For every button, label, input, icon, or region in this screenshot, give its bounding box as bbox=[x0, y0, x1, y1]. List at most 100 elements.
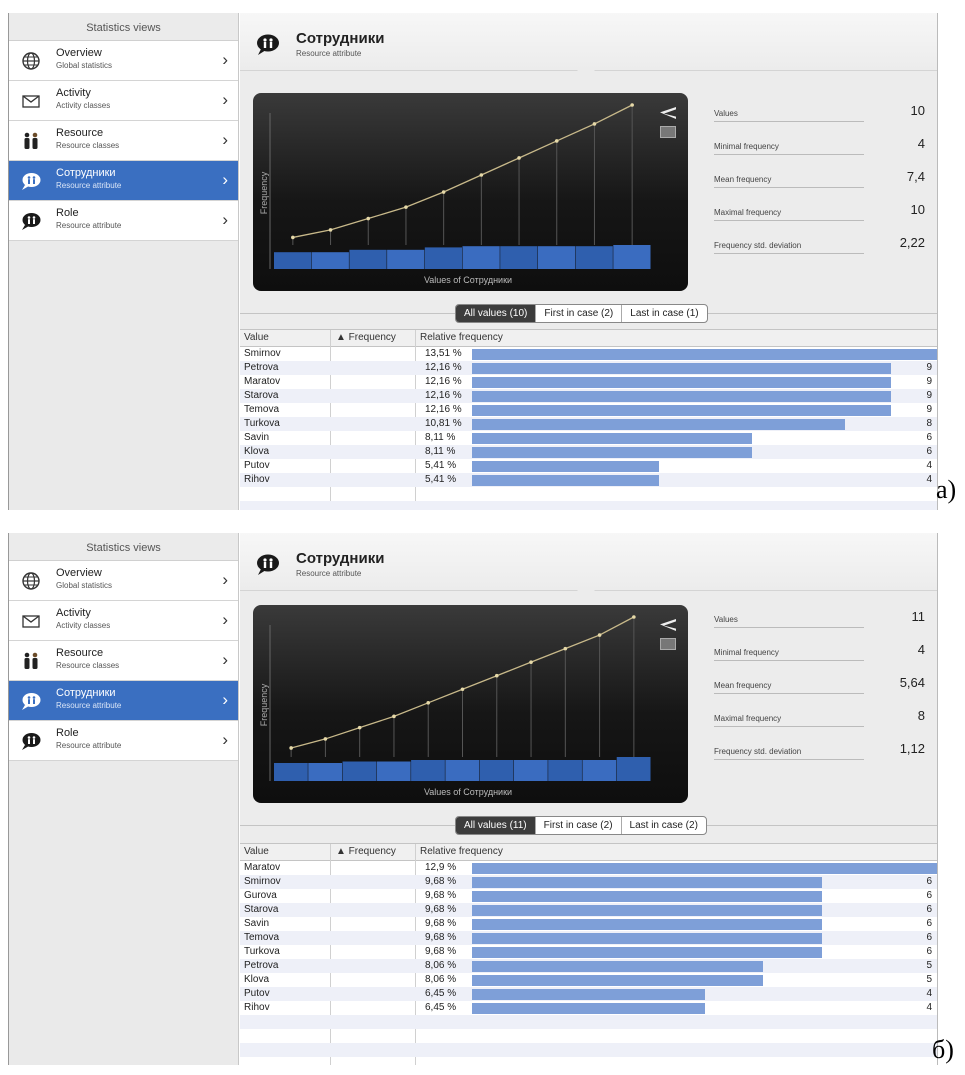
sidebar-title: Statistics views bbox=[9, 533, 238, 561]
table-row[interactable]: Smirnov 6 9,68 % bbox=[240, 875, 937, 889]
cell-relative-frequency: 12,9 % bbox=[425, 862, 457, 873]
tab-last-in-case[interactable]: Last in case (2) bbox=[622, 817, 706, 834]
chart-x-label: Values of Сотрудники bbox=[424, 787, 512, 797]
chevron-right-icon: › bbox=[222, 650, 228, 669]
column-header-relative-frequency[interactable]: Relative frequency bbox=[420, 846, 503, 857]
cell-value: Temova bbox=[244, 932, 280, 943]
relative-frequency-bar bbox=[472, 349, 937, 360]
data-point bbox=[392, 714, 396, 719]
table-row[interactable]: Petrova 5 8,06 % bbox=[240, 959, 937, 973]
page-subtitle: Resource attribute bbox=[296, 569, 362, 578]
sidebar-item-activity[interactable]: Activity Activity classes › bbox=[9, 601, 238, 641]
frequency-table: Value ▲ Frequency Relative frequency Smi… bbox=[240, 329, 937, 510]
sidebar-item-label: Resource bbox=[56, 127, 104, 139]
chevron-right-icon: › bbox=[222, 610, 228, 629]
stat-value: 5,64 bbox=[899, 675, 925, 690]
sidebar-item-sotrudniki[interactable]: Сотрудники Resource attribute › bbox=[9, 161, 238, 201]
page-title: Сотрудники bbox=[296, 550, 385, 567]
table-row[interactable]: Turkova 6 9,68 % bbox=[240, 945, 937, 959]
globe-icon bbox=[21, 51, 41, 71]
table-row[interactable]: Starova 9 12,16 % bbox=[240, 389, 937, 403]
tab-first-in-case[interactable]: First in case (2) bbox=[536, 817, 622, 834]
sidebar-item-role[interactable]: Role Resource attribute › bbox=[9, 201, 238, 241]
data-point bbox=[289, 746, 293, 750]
sidebar-item-sotrudniki[interactable]: Сотрудники Resource attribute › bbox=[9, 681, 238, 721]
area-chart-toggle-icon[interactable] bbox=[660, 126, 676, 138]
table-row[interactable]: Gurova 6 9,68 % bbox=[240, 889, 937, 903]
cell-frequency: 6 bbox=[926, 890, 932, 901]
sidebar-item-label: Role bbox=[56, 727, 79, 739]
column-header-relative-frequency[interactable]: Relative frequency bbox=[420, 332, 503, 343]
table-row[interactable]: Putov 4 5,41 % bbox=[240, 459, 937, 473]
cell-relative-frequency: 9,68 % bbox=[425, 918, 457, 929]
table-row[interactable]: Petrova 9 12,16 % bbox=[240, 361, 937, 375]
column-header-frequency[interactable]: ▲ Frequency bbox=[336, 332, 396, 343]
relative-frequency-bar bbox=[472, 989, 705, 1000]
relative-frequency-bar bbox=[472, 891, 822, 902]
header-notch bbox=[577, 70, 595, 79]
column-header-value[interactable]: Value bbox=[244, 332, 269, 343]
histogram-bar bbox=[548, 760, 582, 781]
statistics-panel-b: Statistics views Overview Global statisti… bbox=[8, 533, 938, 1065]
histogram-bar bbox=[349, 249, 387, 269]
table-row[interactable]: Klova 5 8,06 % bbox=[240, 973, 937, 987]
stat-frequency-std-deviation: Frequency std. deviation 2,22 bbox=[714, 229, 925, 262]
stat-label: Maximal frequency bbox=[714, 714, 864, 727]
table-row[interactable]: Maratov 9 12,16 % bbox=[240, 375, 937, 389]
cell-value: Savin bbox=[244, 918, 270, 929]
relative-frequency-bar bbox=[472, 461, 659, 472]
table-row[interactable]: Savin 6 9,68 % bbox=[240, 917, 937, 931]
speech-people-icon bbox=[257, 554, 279, 575]
histogram-bar bbox=[387, 249, 425, 269]
sidebar-item-label: Overview bbox=[56, 567, 102, 579]
cumulative-frequency-line bbox=[292, 104, 633, 239]
sidebar-item-overview[interactable]: Overview Global statistics › bbox=[9, 561, 238, 601]
tab-last-in-case[interactable]: Last in case (1) bbox=[622, 305, 706, 322]
relative-frequency-bar bbox=[472, 447, 752, 458]
sidebar-item-resource[interactable]: Resource Resource classes › bbox=[9, 121, 238, 161]
table-row[interactable]: Starova 6 9,68 % bbox=[240, 903, 937, 917]
table-header: Value ▲ Frequency Relative frequency bbox=[240, 844, 937, 861]
data-point bbox=[597, 633, 602, 637]
table-row[interactable]: Rihov 4 5,41 % bbox=[240, 473, 937, 487]
tab-all-values[interactable]: All values (11) bbox=[456, 817, 536, 834]
histogram-bar bbox=[274, 763, 308, 781]
cell-frequency: 6 bbox=[926, 946, 932, 957]
sidebar-item-overview[interactable]: Overview Global statistics › bbox=[9, 41, 238, 81]
speech-people-icon bbox=[21, 731, 41, 751]
column-header-value[interactable]: Value bbox=[244, 846, 269, 857]
sidebar-item-role[interactable]: Role Resource attribute › bbox=[9, 721, 238, 761]
table-row[interactable]: Maratov812,9 % bbox=[240, 861, 937, 875]
area-chart-toggle-icon[interactable] bbox=[660, 638, 676, 650]
sidebar-item-resource[interactable]: Resource Resource classes › bbox=[9, 641, 238, 681]
sidebar-item-activity[interactable]: Activity Activity classes › bbox=[9, 81, 238, 121]
cell-relative-frequency: 6,45 % bbox=[425, 1002, 457, 1013]
chart-y-label: Frequency bbox=[259, 171, 269, 214]
histogram-bar bbox=[613, 245, 651, 269]
tab-all-values[interactable]: All values (10) bbox=[456, 305, 537, 322]
sidebar-item-sublabel: Activity classes bbox=[56, 101, 111, 110]
histogram-bar bbox=[513, 760, 548, 781]
value-filter-tabs: All values (11) First in case (2) Last in … bbox=[455, 816, 707, 835]
table-row[interactable]: Klova 6 8,11 % bbox=[240, 445, 937, 459]
sidebar-item-sublabel: Activity classes bbox=[56, 621, 111, 630]
table-row[interactable]: Smirnov1013,51 % bbox=[240, 347, 937, 361]
tab-first-in-case[interactable]: First in case (2) bbox=[536, 305, 623, 322]
table-row[interactable]: Turkova 8 10,81 % bbox=[240, 417, 937, 431]
cell-relative-frequency: 12,16 % bbox=[425, 390, 462, 401]
cell-value: Putov bbox=[244, 988, 270, 999]
cell-value: Smirnov bbox=[244, 876, 281, 887]
table-row[interactable]: Savin 6 8,11 % bbox=[240, 431, 937, 445]
statistics-summary: Values 11 Minimal frequency 4 Mean frequency… bbox=[714, 603, 925, 768]
stat-label: Mean frequency bbox=[714, 681, 864, 694]
table-row[interactable]: Temova 9 12,16 % bbox=[240, 403, 937, 417]
histogram-bar bbox=[274, 252, 312, 269]
table-row[interactable]: Putov 4 6,45 % bbox=[240, 987, 937, 1001]
cell-frequency: 6 bbox=[926, 904, 932, 915]
column-header-frequency[interactable]: ▲ Frequency bbox=[336, 846, 396, 857]
table-row[interactable]: Rihov 4 6,45 % bbox=[240, 1001, 937, 1015]
table-row[interactable]: Temova 6 9,68 % bbox=[240, 931, 937, 945]
chart-x-label: Values of Сотрудники bbox=[424, 275, 512, 285]
speech-people-icon bbox=[257, 34, 279, 55]
histogram-bar bbox=[424, 247, 462, 269]
